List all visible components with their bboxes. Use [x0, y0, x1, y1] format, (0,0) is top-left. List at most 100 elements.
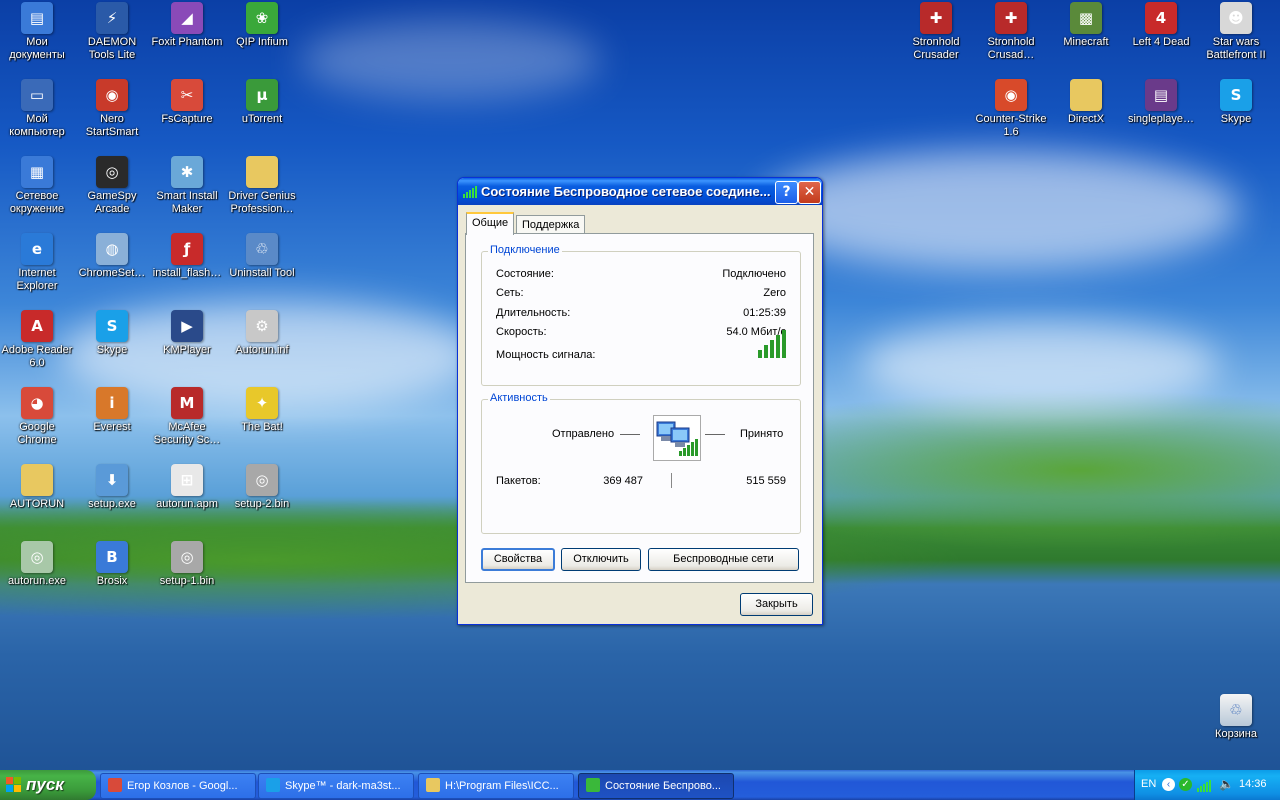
desktop-icon-label: Driver Genius Profession… — [228, 190, 296, 215]
desktop-icon[interactable]: ▤ Мои документы — [0, 2, 74, 62]
desktop-icon[interactable]: ✦ The Bat! — [225, 387, 299, 434]
desktop-icon[interactable]: ▩ Minecraft — [1049, 2, 1123, 49]
desktop-icon[interactable]: S Skype — [1199, 79, 1273, 126]
desktop-icon-label: Adobe Reader 6.0 — [1, 344, 73, 369]
taskbar-button[interactable]: Егор Козлов - Googl... — [100, 773, 256, 799]
desktop-icon[interactable]: S Skype — [75, 310, 149, 357]
taskbar-button-label: H:\Program Files\ICC... — [445, 780, 559, 792]
connection-group: Подключение Состояние: Подключено Сеть: … — [481, 244, 801, 386]
clock[interactable]: 14:36 — [1239, 778, 1267, 790]
desktop-icon[interactable]: ◎ autorun.exe — [0, 541, 74, 588]
wireless-networks-button[interactable]: Беспроводные сети — [648, 548, 799, 571]
desktop-icon[interactable]: ⚡ DAEMON Tools Lite — [75, 2, 149, 62]
desktop-icon-label: Skype — [96, 344, 128, 356]
skype-icon: S — [96, 310, 128, 342]
desktop-icon[interactable]: ▶ KMPlayer — [150, 310, 224, 357]
desktop-icon-label: Мои документы — [9, 36, 65, 61]
system-tray: EN ‹ ✓ 🔈 14:36 — [1134, 770, 1280, 800]
desktop-icon[interactable]: ✚ Stronhold Crusader — [899, 2, 973, 62]
desktop-icon[interactable]: i Everest — [75, 387, 149, 434]
tab-general[interactable]: Общие — [466, 212, 515, 235]
taskbar-button[interactable]: H:\Program Files\ICC... — [418, 773, 574, 799]
help-button[interactable]: ? — [775, 181, 798, 204]
desktop-icon[interactable]: ▤ singleplaye… — [1124, 79, 1198, 126]
wireless-signal-icon[interactable] — [1197, 778, 1215, 792]
the-bat-icon: ✦ — [246, 387, 278, 419]
my-computer-icon: ▭ — [21, 79, 53, 111]
desktop-icon[interactable]: ◉ Nero StartSmart — [75, 79, 149, 139]
kmplayer-icon: ▶ — [171, 310, 203, 342]
signal-bar — [764, 345, 768, 358]
desktop-icon[interactable]: ✱ Smart Install Maker — [150, 156, 224, 216]
star-wars-icon: ☻ — [1220, 2, 1252, 34]
properties-button[interactable]: Свойства — [481, 548, 555, 571]
start-button[interactable]: пуск — [0, 770, 96, 800]
desktop-icon[interactable]: AUTORUN — [0, 464, 74, 511]
desktop-icon[interactable]: ▦ Сетевое окружение — [0, 156, 74, 216]
desktop-icon-label: Foxit Phantom — [151, 36, 223, 48]
desktop-icon[interactable]: ✚ Stronhold Crusad… — [974, 2, 1048, 62]
desktop-icon[interactable]: ◍ ChromeSet… — [75, 233, 149, 280]
desktop-icon-label: Skype — [1220, 113, 1252, 125]
desktop-icon[interactable]: ⚙ Autorun.inf — [225, 310, 299, 357]
tray-collapse-icon[interactable]: ‹ — [1162, 778, 1175, 791]
desktop-icon-label: Nero StartSmart — [85, 113, 139, 138]
fscapture-icon: ✂ — [171, 79, 203, 111]
disconnect-button[interactable]: Отключить — [561, 548, 641, 571]
language-indicator[interactable]: EN — [1141, 778, 1156, 790]
desktop-icon[interactable]: ◕ Google Chrome — [0, 387, 74, 447]
desktop-icon[interactable]: B Brosix — [75, 541, 149, 588]
desktop-icon[interactable]: ❀ QIP Infium — [225, 2, 299, 49]
taskbar-button[interactable]: Состояние Беспрово... — [578, 773, 734, 799]
desktop-icon-label: Minecraft — [1063, 36, 1109, 48]
taskbar-button[interactable]: Skype™ - dark-ma3st... — [258, 773, 414, 799]
desktop-icon[interactable]: e Internet Explorer — [0, 233, 74, 293]
signal-bar — [782, 330, 786, 358]
desktop-icon[interactable]: DirectX — [1049, 79, 1123, 126]
desktop-icon-label: ChromeSet… — [78, 267, 146, 279]
desktop-icon-label: Stronhold Crusad… — [987, 36, 1035, 61]
connection-status-dialog: Состояние Беспроводное сетевое соедине..… — [457, 177, 823, 625]
desktop-icon[interactable]: µ uTorrent — [225, 79, 299, 126]
desktop-icon-label: Stronhold Crusader — [912, 36, 960, 61]
desktop-icon[interactable]: Driver Genius Profession… — [225, 156, 299, 216]
desktop-icon[interactable]: ◢ Foxit Phantom — [150, 2, 224, 49]
close-button[interactable]: Закрыть — [740, 593, 813, 616]
disc-image-icon: ◎ — [246, 464, 278, 496]
desktop-icon[interactable]: A Adobe Reader 6.0 — [0, 310, 74, 370]
desktop-icon[interactable]: ♲ Uninstall Tool — [225, 233, 299, 280]
tab-support[interactable]: Поддержка — [516, 215, 586, 234]
desktop-icon[interactable]: ◎ GameSpy Arcade — [75, 156, 149, 216]
volume-icon[interactable]: 🔈 — [1219, 777, 1234, 791]
desktop-icon[interactable]: ⊞ autorun.apm — [150, 464, 224, 511]
setup-exe-icon: ⬇ — [96, 464, 128, 496]
signal-strength-label: Мощность сигнала: — [496, 349, 596, 361]
left-4-dead-icon: 4 — [1145, 2, 1177, 34]
desktop-icon[interactable]: ✂ FsCapture — [150, 79, 224, 126]
wireless-signal-icon — [586, 778, 600, 792]
desktop-icon[interactable]: ƒ install_flash… — [150, 233, 224, 280]
gamespy-icon: ◎ — [96, 156, 128, 188]
recycle-bin[interactable]: ♲ Корзина — [1199, 694, 1273, 741]
desktop-icon-label: Internet Explorer — [16, 267, 58, 292]
desktop-icon[interactable]: ▭ Мой компьютер — [0, 79, 74, 139]
cd-autorun-icon: ◎ — [21, 541, 53, 573]
desktop-icon[interactable]: ◎ setup-2.bin — [225, 464, 299, 511]
desktop-icon[interactable]: ⬇ setup.exe — [75, 464, 149, 511]
network-value: Zero — [763, 287, 786, 299]
desktop-icon[interactable]: M McAfee Security Sc… — [150, 387, 224, 447]
desktop-icon-label: QIP Infium — [236, 36, 288, 48]
desktop-icon[interactable]: 4 Left 4 Dead — [1124, 2, 1198, 49]
close-window-button[interactable]: ✕ — [798, 181, 821, 204]
received-line — [705, 434, 725, 435]
dialog-titlebar[interactable]: Состояние Беспроводное сетевое соедине..… — [458, 178, 822, 205]
desktop-icon-label: FsCapture — [161, 113, 213, 125]
desktop-icon[interactable]: ◎ setup-1.bin — [150, 541, 224, 588]
security-shield-icon[interactable]: ✓ — [1179, 778, 1192, 791]
signal-bar — [770, 340, 774, 358]
google-chrome-icon: ◕ — [21, 387, 53, 419]
desktop-icon-label: setup-1.bin — [159, 575, 215, 587]
speed-label: Скорость: — [496, 326, 547, 338]
desktop-icon[interactable]: ☻ Star wars Battlefront II — [1199, 2, 1273, 62]
desktop-icon[interactable]: ◉ Counter-Strike 1.6 — [974, 79, 1048, 139]
